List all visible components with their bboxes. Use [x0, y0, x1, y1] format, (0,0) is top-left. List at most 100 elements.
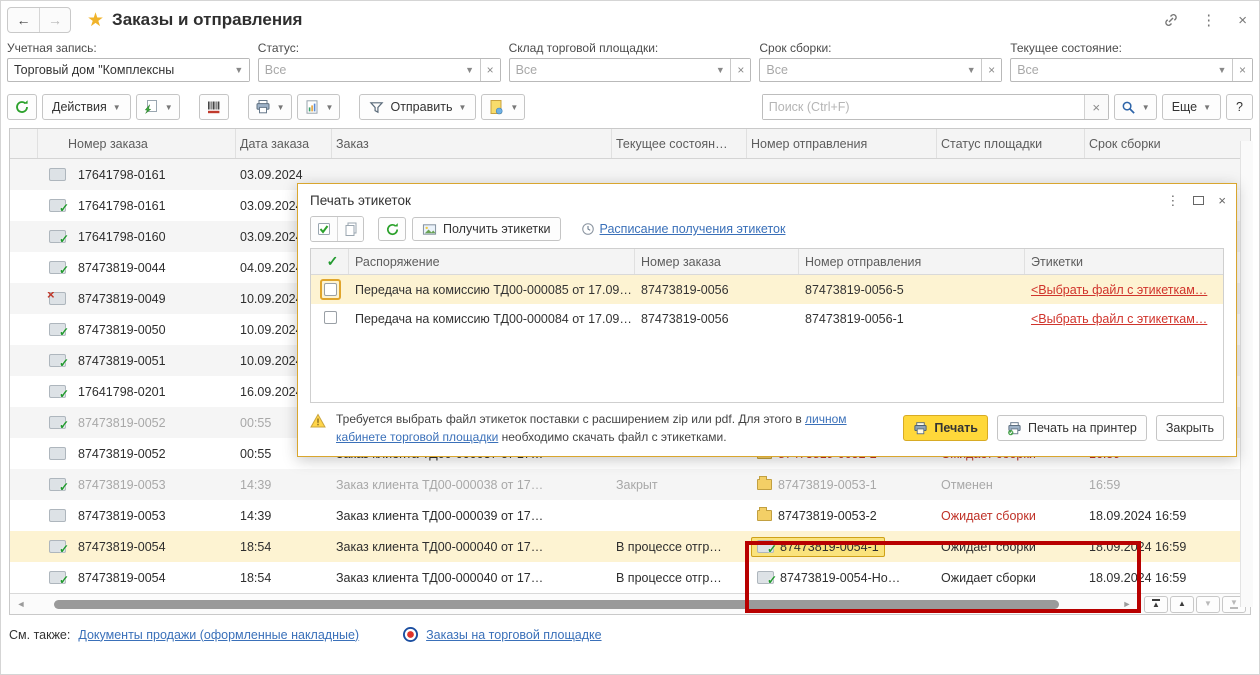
- order-state-icon: [49, 447, 66, 460]
- get-link-icon[interactable]: [1161, 10, 1181, 30]
- choose-labels-file-link[interactable]: <Выбрать файл с этикеткам…: [1031, 283, 1207, 297]
- col-current-state[interactable]: Текущее состоян…: [612, 129, 747, 158]
- labels-schedule-link[interactable]: Расписание получения этикеток: [600, 222, 786, 236]
- order-number: 87473819-0052: [78, 447, 166, 461]
- forward-button[interactable]: →: [39, 8, 70, 32]
- search-input[interactable]: [763, 95, 1084, 119]
- chevron-down-icon[interactable]: ▼: [229, 59, 249, 81]
- col-dlg-order-number[interactable]: Номер заказа: [635, 249, 799, 274]
- dialog-table-row[interactable]: Передача на комиссию ТД00-000084 от 17.0…: [311, 304, 1223, 333]
- go-first-row-button[interactable]: ▲: [1144, 596, 1168, 613]
- order-number: 87473819-0054: [78, 571, 166, 585]
- search-clear-icon[interactable]: ×: [1084, 95, 1108, 119]
- marketplace-orders-link[interactable]: Заказы на торговой площадке: [426, 628, 601, 642]
- load-orders-button[interactable]: ▼: [136, 94, 180, 120]
- dialog-close-icon[interactable]: ×: [1218, 194, 1226, 207]
- filter-clear-icon[interactable]: ×: [730, 59, 750, 81]
- window-menu-icon[interactable]: ⋮: [1199, 11, 1218, 30]
- col-labels[interactable]: Этикетки: [1025, 249, 1223, 274]
- print-menu-button[interactable]: ▼: [248, 94, 292, 120]
- go-prev-row-button[interactable]: ▲: [1170, 596, 1194, 613]
- col-marketplace-status[interactable]: Статус площадки: [937, 129, 1085, 158]
- row-checkbox[interactable]: [324, 283, 337, 296]
- go-next-row-button[interactable]: ▼: [1196, 596, 1220, 613]
- scroll-left-icon[interactable]: ◄: [14, 599, 28, 609]
- dialog-toolbar: Получить этикетки Расписание получения э…: [298, 212, 1236, 248]
- scrollbar-thumb[interactable]: [54, 600, 1059, 609]
- dialog-menu-icon[interactable]: ⋮: [1166, 194, 1179, 207]
- actions-button[interactable]: Действия▼: [42, 94, 131, 120]
- scrollbar-track[interactable]: [28, 599, 1120, 610]
- marketplace-status: Ожидает сборки: [937, 540, 1085, 554]
- col-disposal[interactable]: Распоряжение: [349, 249, 635, 274]
- chevron-down-icon[interactable]: ▼: [961, 59, 981, 81]
- dialog-refresh-button[interactable]: [378, 217, 406, 241]
- dialog-table-body: Передача на комиссию ТД00-000085 от 17.0…: [311, 275, 1223, 333]
- col-order-date[interactable]: Дата заказа: [236, 129, 332, 158]
- uncheck-all-button[interactable]: [337, 217, 363, 241]
- order-number: 87473819-0044: [78, 261, 166, 275]
- disposal-document: Передача на комиссию ТД00-000084 от 17.0…: [349, 312, 635, 326]
- check-all-button[interactable]: [311, 217, 337, 241]
- search-menu-button[interactable]: ▼: [1114, 94, 1157, 120]
- barcode-button[interactable]: [199, 94, 229, 120]
- table-row[interactable]: 87473819-0053 14:39 Заказ клиента ТД00-0…: [10, 469, 1250, 500]
- filter-label: Склад торговой площадки:: [509, 41, 752, 55]
- row-checkbox[interactable]: [324, 311, 337, 324]
- order-state-icon: [49, 199, 66, 212]
- sales-documents-link[interactable]: Документы продажи (оформленные накладные…: [78, 628, 359, 642]
- filter-clear-icon[interactable]: ×: [480, 59, 500, 81]
- table-row[interactable]: 87473819-0054 18:54 Заказ клиента ТД00-0…: [10, 562, 1250, 593]
- scroll-right-icon[interactable]: ►: [1120, 599, 1134, 609]
- chevron-down-icon[interactable]: ▼: [460, 59, 480, 81]
- refresh-button[interactable]: [7, 94, 37, 120]
- checked-column-icon: ✓: [327, 253, 339, 270]
- col-order-number[interactable]: Номер заказа: [38, 129, 236, 158]
- app-window: ← → ★ Заказы и отправления ⋮ × Учетная з…: [0, 0, 1260, 675]
- titlebar: ← → ★ Заказы и отправления ⋮ ×: [1, 1, 1259, 39]
- filter-input[interactable]: Торговый дом "Комплексны ▼: [7, 58, 250, 82]
- dialog-footer: Требуется выбрать файл этикеток поставки…: [298, 403, 1236, 456]
- shipment-cell: 87473819-0054-Но…: [751, 568, 906, 588]
- warning-icon: [310, 413, 326, 429]
- marketplace-status: Ожидает сборки: [937, 571, 1085, 585]
- dialog-maximize-icon[interactable]: [1193, 194, 1204, 207]
- col-order[interactable]: Заказ: [332, 129, 612, 158]
- choose-labels-file-link[interactable]: <Выбрать файл с этикеткам…: [1031, 312, 1207, 326]
- order-number: 87473819-0054: [78, 540, 166, 554]
- filter-clear-icon[interactable]: ×: [981, 59, 1001, 81]
- filter-input[interactable]: Все ▼ ×: [1010, 58, 1253, 82]
- vertical-scrollbar[interactable]: [1240, 141, 1253, 607]
- dialog-table-row[interactable]: Передача на комиссию ТД00-000085 от 17.0…: [311, 275, 1223, 304]
- dialog-close-button[interactable]: Закрыть: [1156, 415, 1224, 441]
- filter: Учетная запись: Торговый дом "Комплексны…: [7, 41, 250, 82]
- filter-input[interactable]: Все ▼ ×: [258, 58, 501, 82]
- labels-file-button[interactable]: ▼: [481, 94, 525, 120]
- col-assembly-deadline[interactable]: Срок сборки: [1085, 129, 1234, 158]
- filter: Срок сборки: Все ▼ ×: [759, 41, 1002, 82]
- reports-button[interactable]: ▼: [297, 94, 341, 120]
- get-labels-button[interactable]: Получить этикетки: [412, 217, 561, 241]
- favorite-star-icon[interactable]: ★: [87, 9, 104, 32]
- filter-value: Торговый дом "Комплексны: [8, 59, 229, 81]
- toolbar: Действия▼ ▼ ▼ ▼ Отправить▼ ▼ ×: [1, 88, 1259, 128]
- horizontal-scrollbar: ◄ ► ▲ ▲ ▼ ▼: [10, 593, 1250, 614]
- shipment-cell: 87473819-0053-2: [751, 506, 883, 526]
- back-button[interactable]: ←: [8, 8, 39, 32]
- table-row[interactable]: 87473819-0054 18:54 Заказ клиента ТД00-0…: [10, 531, 1250, 562]
- window-close-icon[interactable]: ×: [1236, 11, 1249, 30]
- order-state-icon: [49, 168, 66, 181]
- chevron-down-icon[interactable]: ▼: [1212, 59, 1232, 81]
- filter-clear-icon[interactable]: ×: [1232, 59, 1252, 81]
- table-row[interactable]: 87473819-0053 14:39 Заказ клиента ТД00-0…: [10, 500, 1250, 531]
- help-button[interactable]: ?: [1226, 94, 1253, 120]
- chevron-down-icon[interactable]: ▼: [710, 59, 730, 81]
- filter-input[interactable]: Все ▼ ×: [759, 58, 1002, 82]
- col-dlg-shipment-number[interactable]: Номер отправления: [799, 249, 1025, 274]
- send-button[interactable]: Отправить▼: [359, 94, 476, 120]
- more-button[interactable]: Еще▼: [1162, 94, 1221, 120]
- filter-input[interactable]: Все ▼ ×: [509, 58, 752, 82]
- print-button[interactable]: Печать: [903, 415, 988, 441]
- print-to-printer-button[interactable]: Печать на принтер: [997, 415, 1147, 441]
- col-shipment-number[interactable]: Номер отправления: [747, 129, 937, 158]
